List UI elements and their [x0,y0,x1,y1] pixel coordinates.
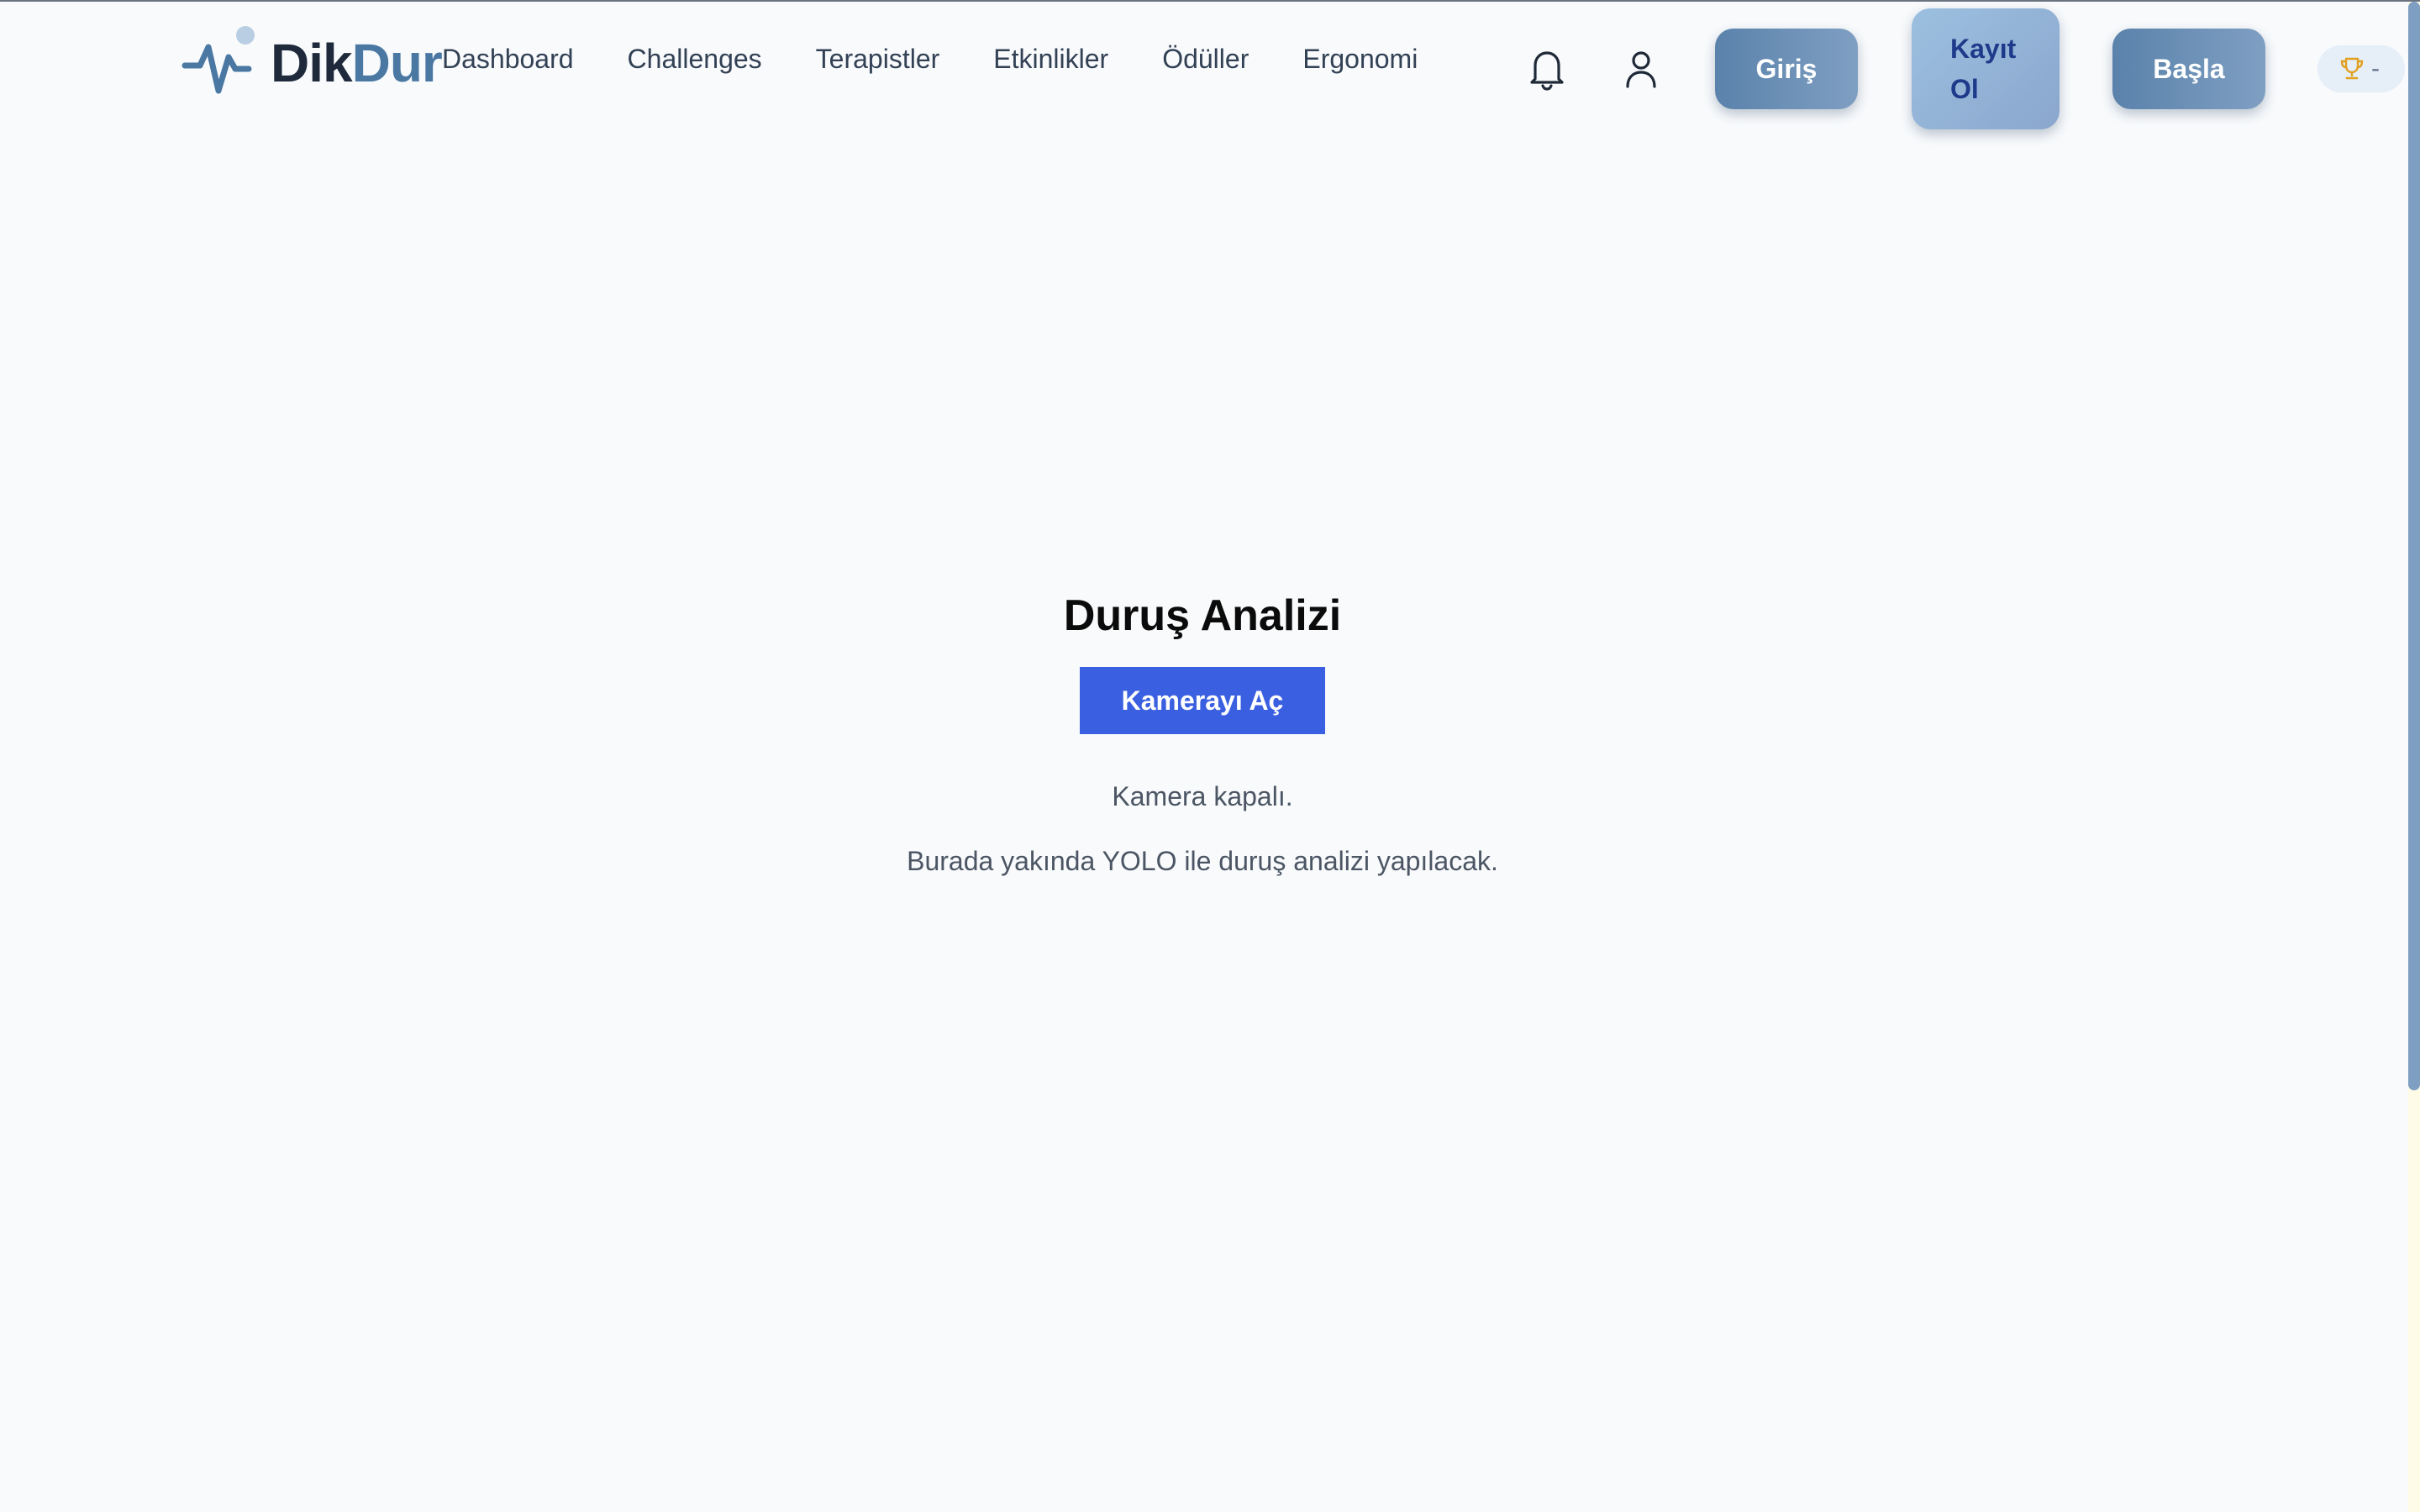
scrollbar-thumb[interactable] [2408,2,2420,1090]
register-label-line1: Kayıt [1950,34,2017,64]
top-navbar: DikDur Dashboard Challenges Terapistler … [0,2,2410,136]
description-text: Burada yakında YOLO ile duruş analizi ya… [907,846,1498,877]
page: DikDur Dashboard Challenges Terapistler … [0,0,2420,1512]
score-badge[interactable]: - [2317,45,2405,92]
brand-name-part2: Dur [351,33,443,93]
register-label-line2: Ol [1950,74,1979,104]
notifications-button[interactable] [1522,44,1572,94]
nav-link-ergonomics[interactable]: Ergonomi [1302,45,1418,72]
profile-button[interactable] [1616,44,1666,94]
user-icon [1626,51,1656,88]
brand-logo[interactable]: DikDur [182,25,443,101]
trophy-icon [2340,57,2364,80]
vertical-scrollbar[interactable] [2408,2,2420,1512]
nav-link-events[interactable]: Etkinlikler [993,45,1108,72]
page-title: Duruş Analizi [1063,591,1342,640]
nav-links: Dashboard Challenges Terapistler Etkinli… [442,45,1471,72]
bell-icon [1530,51,1564,91]
posture-analysis-section: Duruş Analizi Kamerayı Aç Kamera kapalı.… [0,590,2405,874]
open-camera-button[interactable]: Kamerayı Aç [1080,667,1325,735]
nav-link-dashboard[interactable]: Dashboard [442,45,574,72]
register-button[interactable]: Kayıt Ol [1912,8,2060,129]
login-button[interactable]: Giriş [1715,29,1858,109]
nav-link-challenges[interactable]: Challenges [628,45,762,72]
camera-status-text: Kamera kapalı. [1112,781,1293,812]
score-value: - [2371,55,2380,82]
brand-name-part1: Dik [271,33,353,93]
brand-name: DikDur [271,33,443,93]
nav-link-rewards[interactable]: Ödüller [1162,45,1249,72]
start-button[interactable]: Başla [2112,29,2265,109]
nav-link-therapists[interactable]: Terapistler [816,45,940,72]
pulse-icon [182,26,255,94]
